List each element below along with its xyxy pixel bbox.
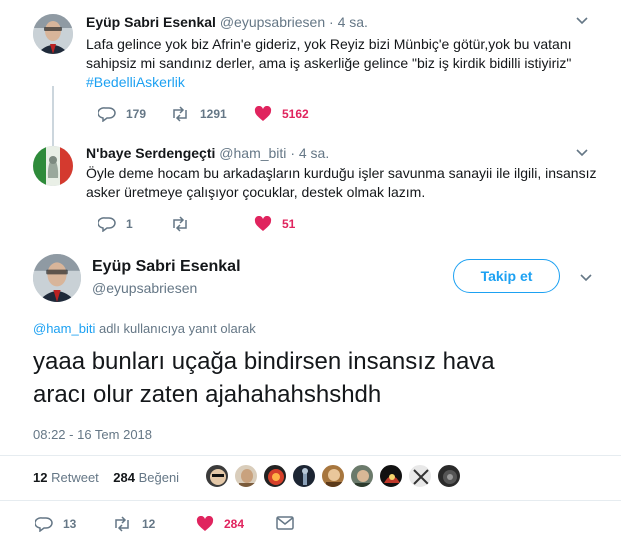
retweet-count: 12	[142, 517, 156, 531]
heart-icon	[196, 516, 214, 532]
avatar[interactable]	[234, 464, 258, 488]
avatar[interactable]	[33, 146, 73, 186]
tweet-text-line: aracı olur zaten ajahahahshshdh	[33, 381, 382, 408]
author-handle[interactable]: @eyupsabriesen	[220, 14, 325, 30]
avatar[interactable]	[33, 254, 81, 302]
like-stat-count: 284	[113, 470, 135, 485]
reply-icon	[35, 516, 53, 532]
tweet-actions: 179 1291 5162	[98, 106, 578, 124]
reply-context: @ham_biti adlı kullanıcıya yanıt olarak	[33, 321, 256, 336]
tweet-text-line: Lafa gelince yok biz Afrin'e gideriz, yo…	[86, 36, 572, 52]
heart-icon	[254, 106, 272, 122]
tweet-text: Lafa gelince yok biz Afrin'e gideriz, yo…	[86, 35, 606, 92]
chevron-down-icon[interactable]	[579, 271, 593, 285]
dm-button[interactable]	[276, 516, 294, 530]
author-name[interactable]: Eyüp Sabri Esenkal	[86, 14, 216, 30]
retweet-button[interactable]: 1291	[170, 106, 227, 122]
retweet-icon	[112, 516, 132, 532]
tweet-actions: 1 51	[98, 216, 578, 234]
reply-count: 179	[126, 107, 147, 121]
author-handle[interactable]: @eyupsabriesen	[92, 280, 197, 296]
author-name[interactable]: N'baye Serdengeçti	[86, 145, 215, 161]
retweet-icon	[170, 106, 190, 122]
tweet-actions: 13 12 284	[35, 516, 595, 534]
tweet-text: yaaa bunları uçağa bindirsen insansız ha…	[33, 345, 593, 411]
reply-button[interactable]: 13	[35, 516, 76, 532]
avatar[interactable]	[292, 464, 316, 488]
tweet-time[interactable]: 4 sa.	[299, 145, 329, 161]
avatar[interactable]	[437, 464, 461, 488]
tweet-text-line: asker üretmeye çalışıyor çocuklar, deste…	[86, 184, 426, 200]
dot-separator: ·	[329, 14, 334, 30]
avatar[interactable]	[263, 464, 287, 488]
like-count: 51	[282, 217, 296, 231]
follow-button[interactable]: Takip et	[453, 259, 560, 293]
retweet-button[interactable]	[170, 216, 200, 232]
avatar[interactable]	[205, 464, 229, 488]
author-handle[interactable]: @ham_biti	[219, 145, 286, 161]
reply-icon	[98, 216, 116, 232]
avatar[interactable]	[350, 464, 374, 488]
avatar[interactable]	[321, 464, 345, 488]
likers-avatars	[205, 464, 465, 490]
envelope-icon	[276, 516, 294, 530]
reply-button[interactable]: 1	[98, 216, 133, 232]
divider	[0, 500, 621, 501]
reply-count: 13	[63, 517, 77, 531]
like-count: 284	[224, 517, 245, 531]
like-stat-label: Beğeni	[138, 470, 180, 485]
tweet-timestamp[interactable]: 08:22 - 16 Tem 2018	[33, 427, 152, 442]
like-button[interactable]: 5162	[254, 106, 309, 122]
hashtag-link[interactable]: #BedelliAskerlik	[86, 73, 606, 92]
retweet-stat[interactable]: 12 Retweet	[33, 470, 99, 485]
chevron-down-icon[interactable]	[575, 14, 589, 28]
retweet-stat-label: Retweet	[51, 470, 99, 485]
like-stat[interactable]: 284 Beğeni	[113, 470, 179, 485]
reply-count: 1	[126, 217, 133, 231]
reply-icon	[98, 106, 116, 122]
tweet-time[interactable]: 4 sa.	[338, 14, 368, 30]
divider	[0, 455, 621, 456]
avatar[interactable]	[379, 464, 403, 488]
dot-separator: ·	[290, 145, 295, 161]
tweet-text: Öyle deme hocam bu arkadaşların kurduğu …	[86, 164, 606, 202]
tweet-text-line: yaaa bunları uçağa bindirsen insansız ha…	[33, 348, 495, 375]
tweet-stats: 12 Retweet 284 Beğeni	[33, 470, 179, 485]
thread-tweet-2[interactable]: N'baye Serdengeçti @ham_biti · 4 sa. Öyl…	[0, 138, 621, 242]
heart-icon	[254, 216, 272, 232]
retweet-stat-count: 12	[33, 470, 48, 485]
like-button[interactable]: 51	[254, 216, 295, 232]
reply-to-link[interactable]: @ham_biti	[33, 321, 95, 336]
like-count: 5162	[282, 107, 309, 121]
tweet-text-line: Öyle deme hocam bu arkadaşların kurduğu …	[86, 165, 597, 181]
thread-tweet-1[interactable]: Eyüp Sabri Esenkal @eyupsabriesen · 4 sa…	[0, 0, 621, 130]
tweet-header: Eyüp Sabri Esenkal @eyupsabriesen · 4 sa…	[86, 14, 368, 30]
retweet-count: 1291	[200, 107, 227, 121]
avatar[interactable]	[408, 464, 432, 488]
tweet-text-line: sahipsiz mi sandınız derler, ama iş aske…	[86, 55, 572, 71]
tweet-header: N'baye Serdengeçti @ham_biti · 4 sa.	[86, 145, 329, 161]
reply-to-suffix: adlı kullanıcıya yanıt olarak	[98, 321, 256, 336]
author-name[interactable]: Eyüp Sabri Esenkal	[92, 258, 241, 276]
reply-button[interactable]: 179	[98, 106, 146, 122]
chevron-down-icon[interactable]	[575, 146, 589, 160]
retweet-button[interactable]: 12	[112, 516, 155, 532]
avatar[interactable]	[33, 14, 73, 54]
retweet-icon	[170, 216, 190, 232]
like-button[interactable]: 284	[196, 516, 244, 532]
